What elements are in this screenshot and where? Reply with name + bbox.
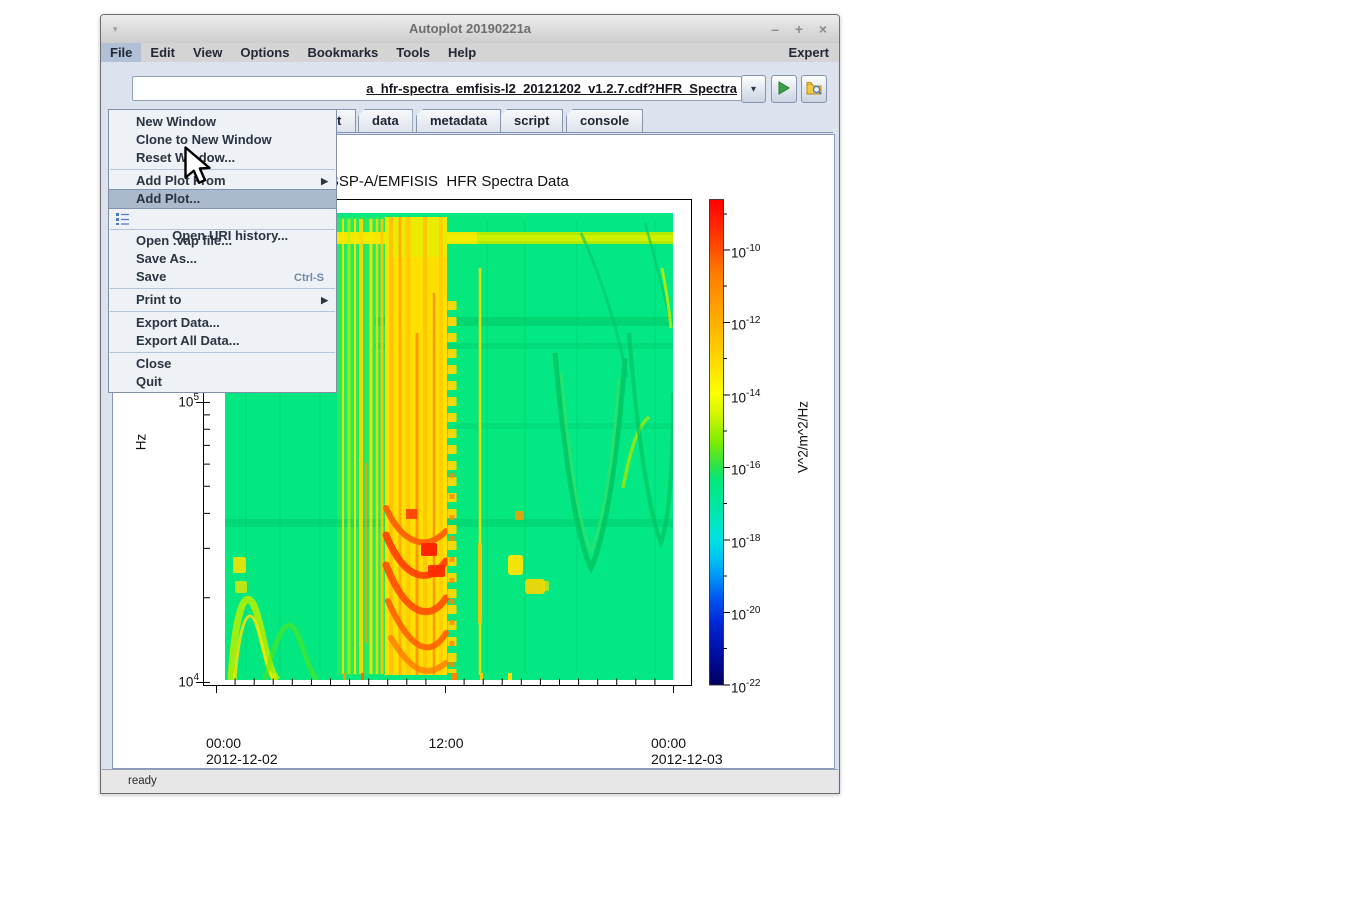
file-menu-popup: New Window Clone to New Window Reset Win… <box>108 109 337 393</box>
tab-script[interactable]: script <box>500 109 563 132</box>
chevron-right-icon: ▶ <box>321 172 328 190</box>
inspect-file-button[interactable] <box>801 75 827 103</box>
colorbar-tick: 10-12 <box>731 313 793 331</box>
autoplot-window: ▾ Autoplot 20190221a – + × FileEditViewO… <box>100 14 840 794</box>
window-title: Autoplot 20190221a <box>101 15 839 43</box>
status-text: ready <box>128 770 157 792</box>
expert-mode-label: Expert <box>789 43 829 62</box>
chevron-right-icon: ▶ <box>321 291 328 309</box>
tab-label: data <box>372 113 399 128</box>
tab-data[interactable]: data <box>358 109 413 132</box>
menu-item-add-plot[interactable]: Add Plot... <box>109 189 336 209</box>
titlebar[interactable]: ▾ Autoplot 20190221a – + × <box>101 15 839 44</box>
colorbar-tick: 10-10 <box>731 241 793 259</box>
tab-label: t <box>337 113 341 128</box>
desktop: ▾ Autoplot 20190221a – + × FileEditViewO… <box>0 0 1345 916</box>
menu-item-export-all-data[interactable]: Export All Data... <box>109 332 336 350</box>
tab-label: metadata <box>430 113 487 128</box>
colorbar-tick: 10-22 <box>731 676 793 694</box>
menu-item-print-to[interactable]: Print to▶ <box>109 291 336 309</box>
menu-file[interactable]: File <box>101 43 141 62</box>
menu-tools[interactable]: Tools <box>387 43 439 62</box>
tab-console[interactable]: console <box>566 109 643 132</box>
tab-label: script <box>514 113 549 128</box>
menu-item-clone-to-new-window[interactable]: Clone to New Window <box>109 131 336 149</box>
menu-item-open-uri-history[interactable]: Open URI history... <box>109 209 336 227</box>
menu-item-close[interactable]: Close <box>109 355 336 373</box>
uri-dropdown-button[interactable]: ▾ <box>741 75 766 103</box>
menu-item-reset-window[interactable]: Reset Window... <box>109 149 336 167</box>
menu-item-save[interactable]: SaveCtrl-S <box>109 268 336 286</box>
colorbar-tick: 10-14 <box>731 386 793 404</box>
mouse-cursor <box>184 146 220 191</box>
chevron-down-icon: ▾ <box>751 84 756 95</box>
colorbar-tick: 10-18 <box>731 531 793 549</box>
menu-item-add-plot-from[interactable]: Add Plot From▶ <box>109 172 336 190</box>
menu-help[interactable]: Help <box>439 43 485 62</box>
go-button[interactable] <box>771 75 797 103</box>
tab-metadata[interactable]: metadata <box>416 109 501 132</box>
folder-search-icon <box>806 81 823 96</box>
menu-separator <box>110 311 335 312</box>
menu-item-save-as[interactable]: Save As... <box>109 250 336 268</box>
colorbar-axis-label: V^2/m^2/Hz <box>796 401 811 473</box>
menu-edit[interactable]: Edit <box>141 43 184 62</box>
plot-title: RBSP-A/EMFISIS HFR Spectra Data <box>340 173 569 193</box>
accelerator-label: Ctrl-S <box>294 269 324 287</box>
y-axis-label: Hz <box>134 434 149 451</box>
menubar: FileEditViewOptionsBookmarksToolsHelp Ex… <box>101 43 839 62</box>
colorbar-tick: 10-20 <box>731 603 793 621</box>
y-tick-1e4: 104 <box>159 673 199 690</box>
window-menu-icon[interactable]: ▾ <box>113 24 118 35</box>
play-icon <box>777 81 791 95</box>
menu-separator <box>110 288 335 289</box>
list-icon <box>116 212 129 225</box>
menu-item-export-data[interactable]: Export Data... <box>109 314 336 332</box>
menu-separator <box>110 169 335 170</box>
menu-item-open-vap-file[interactable]: Open .vap file... <box>109 232 336 250</box>
colorbar-tick: 10-16 <box>731 458 793 476</box>
menu-item-new-window[interactable]: New Window <box>109 113 336 131</box>
close-button[interactable]: × <box>815 21 831 37</box>
minimize-button[interactable]: – <box>767 21 783 37</box>
status-bar: ready <box>102 769 838 793</box>
menu-separator <box>110 352 335 353</box>
maximize-button[interactable]: + <box>791 21 807 37</box>
menu-item-quit[interactable]: Quit <box>109 373 336 391</box>
menu-bookmarks[interactable]: Bookmarks <box>298 43 387 62</box>
tab-label: console <box>580 113 629 128</box>
menu-view[interactable]: View <box>184 43 231 62</box>
uri-input[interactable] <box>132 76 742 101</box>
menu-options[interactable]: Options <box>231 43 298 62</box>
y-tick-1e5: 105 <box>159 393 199 410</box>
